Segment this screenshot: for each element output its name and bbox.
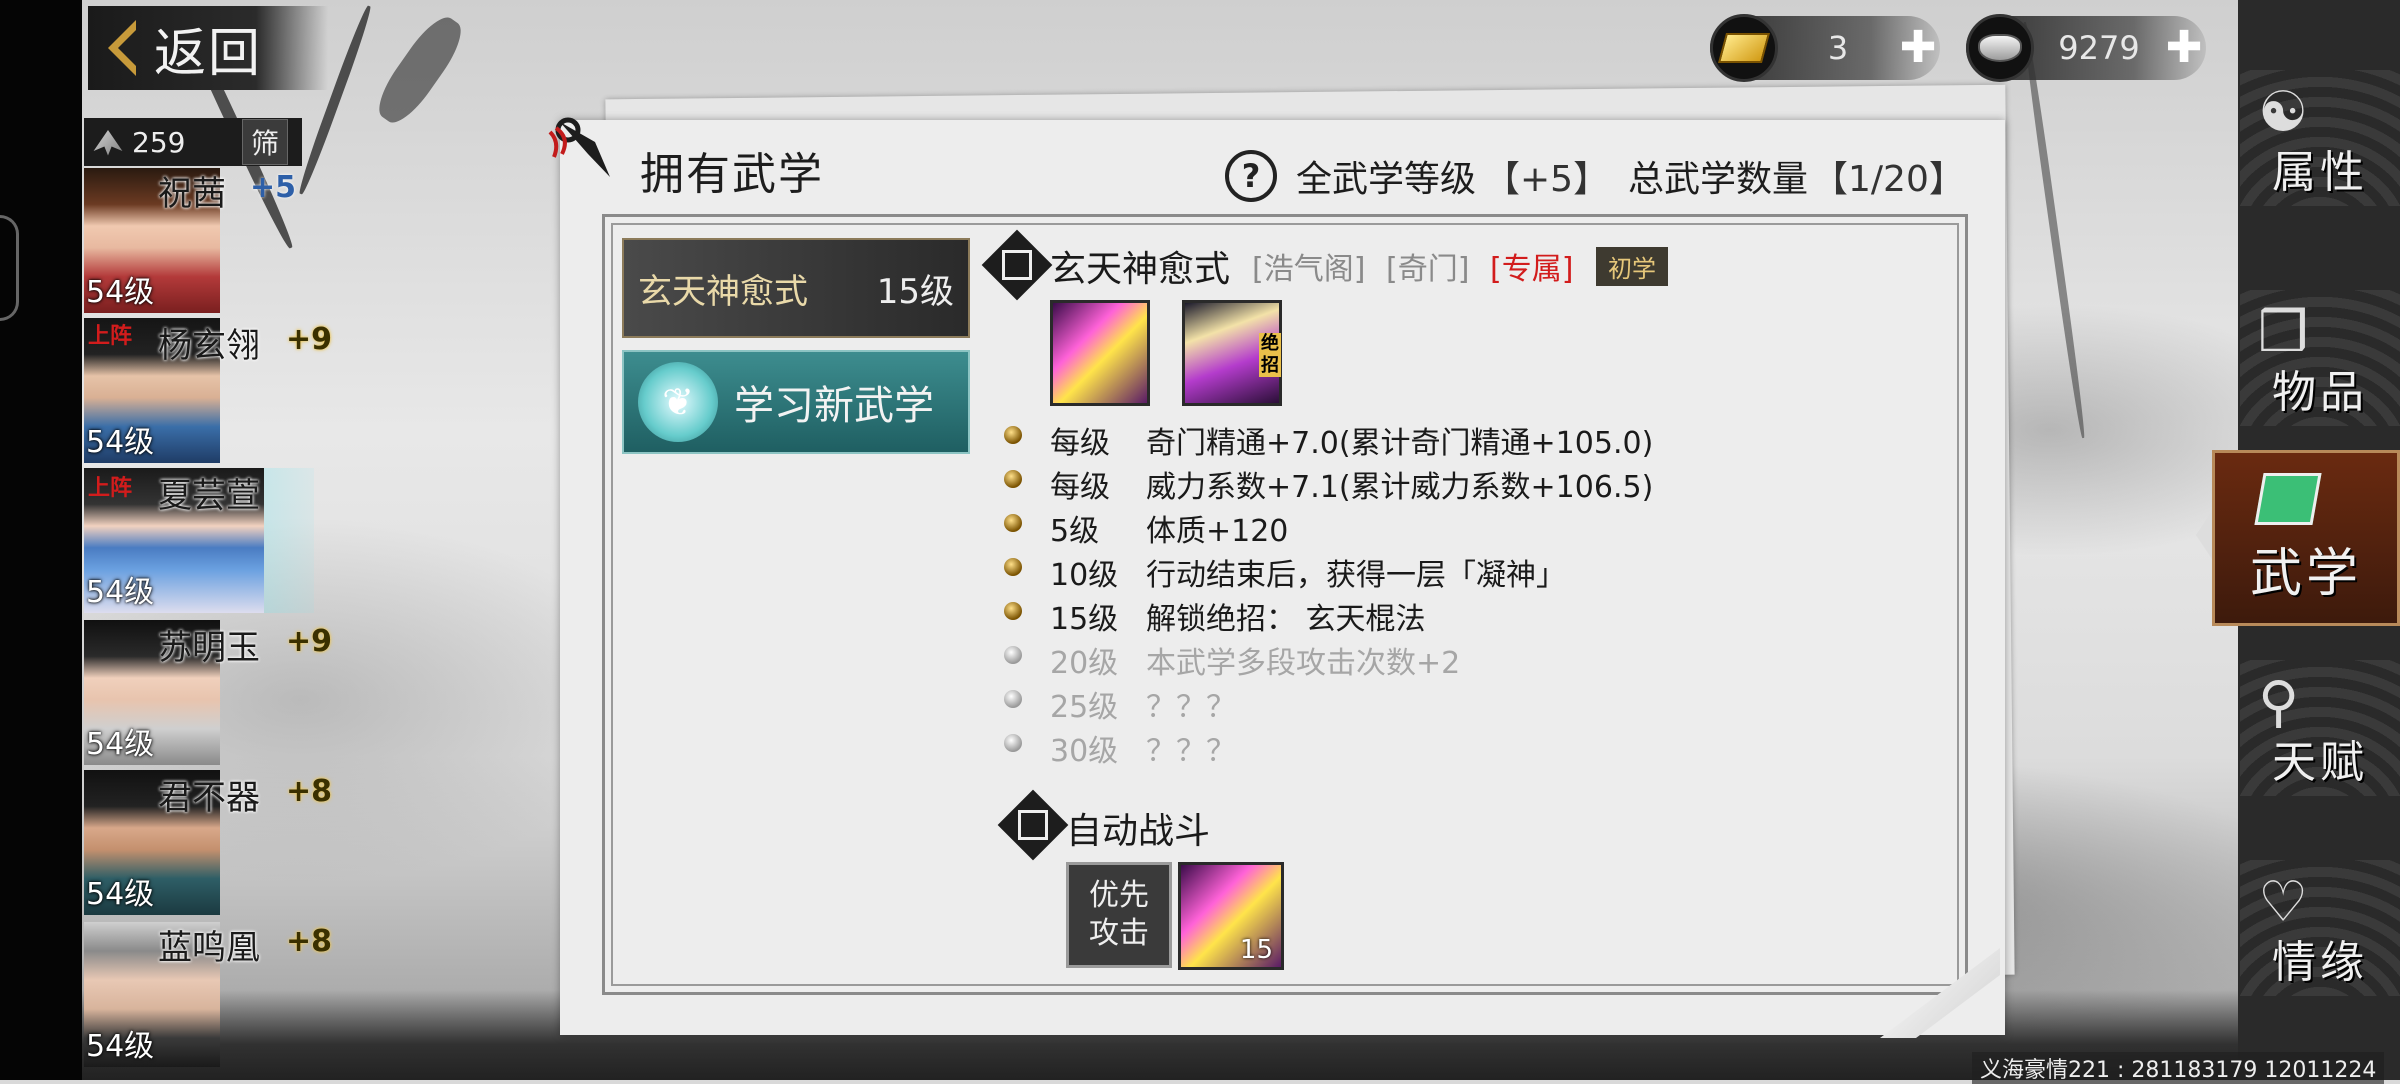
effect-row: 每级 威力系数+7.1(累计威力系数+106.5) <box>1004 462 1653 506</box>
character-level: 54级 <box>86 575 155 610</box>
tab-label: 武学 <box>2249 543 2362 604</box>
tab-talent[interactable]: ⚲ 天赋 <box>2240 660 2400 796</box>
character-name: 蓝鸣凰 <box>158 928 260 968</box>
skill-item-name: 玄天神愈式 <box>638 271 808 312</box>
edge-handle[interactable] <box>0 215 19 321</box>
gold-currency: 3 ✚ <box>1710 14 1940 82</box>
panel-title: 拥有武学 <box>640 149 824 200</box>
tab-items[interactable]: ❒ 物品 <box>2240 290 2400 426</box>
tab-label: 属性 <box>2272 147 2368 198</box>
bullet-icon <box>1004 514 1022 532</box>
tab-martial-arts[interactable]: 武学 <box>2212 450 2400 626</box>
bullet-icon <box>1004 602 1022 620</box>
priority-line1: 优先 <box>1089 878 1149 913</box>
total-level-value: 【+5】 <box>1484 159 1610 200</box>
learn-new-label: 学习新武学 <box>734 383 934 429</box>
total-level-label: 全武学等级 <box>1296 159 1477 200</box>
add-gold-button[interactable]: ✚ <box>1898 26 1938 70</box>
bullet-icon <box>1004 734 1022 752</box>
move-count: 15 <box>1239 935 1273 965</box>
ultimate-move-icon[interactable]: 绝招 <box>1182 300 1282 406</box>
silver-amount: 9279 <box>2058 29 2140 67</box>
onstage-badge: 上阵 <box>88 476 133 501</box>
effect-row-locked: 25级？？？ <box>1004 682 1236 726</box>
screen-edge-strip <box>0 0 82 1080</box>
ultimate-mark: 绝招 <box>1259 333 1281 377</box>
wings-icon: ❦ <box>638 362 718 442</box>
character-level: 54级 <box>86 727 155 762</box>
scroll-book-icon <box>2254 473 2322 525</box>
character-bonus: +9 <box>286 322 333 357</box>
skill-move-icon[interactable] <box>1050 300 1150 406</box>
throwing-dart-icon <box>548 117 610 177</box>
add-silver-button[interactable]: ✚ <box>2164 26 2204 70</box>
filter-button[interactable]: 筛 <box>242 119 288 165</box>
ink-mask-icon: ☯ <box>2258 80 2309 145</box>
character-bonus: +8 <box>286 774 333 809</box>
gift-box-icon: ❒ <box>2258 300 2309 365</box>
character-name: 苏明玉 <box>158 628 260 668</box>
tab-label: 物品 <box>2272 367 2368 418</box>
bullet-icon <box>1004 426 1022 444</box>
total-count-value: 【1/20】 <box>1812 159 1965 200</box>
roster-hat-icon <box>93 130 123 156</box>
bullet-icon <box>1004 646 1022 664</box>
effect-row: 5级 体质+120 <box>1004 506 1288 550</box>
character-level: 54级 <box>86 1029 155 1064</box>
skill-detail-name: 玄天神愈式 <box>1050 249 1231 290</box>
effect-row: 15级 解锁绝招： 玄天棍法 <box>1004 594 1426 638</box>
bullet-icon <box>1004 690 1022 708</box>
server-info: 义海豪情221 : 281183179 12011224 <box>1972 1052 2385 1084</box>
tab-attributes[interactable]: ☯ 属性 <box>2240 70 2400 206</box>
skill-item-level: 15级 <box>876 271 954 312</box>
onstage-badge: 上阵 <box>88 324 133 349</box>
heart-knot-icon: ♡ <box>2258 870 2309 935</box>
effect-row: 每级 奇门精通+7.0(累计奇门精通+105.0) <box>1004 418 1653 462</box>
back-label: 返回 <box>154 23 263 84</box>
back-arrow-icon <box>108 20 138 76</box>
auto-battle-title: 自动战斗 <box>1066 811 1211 852</box>
silver-ingot-icon <box>1966 14 2034 82</box>
roster-count-bar: 259 筛 <box>84 118 302 166</box>
skill-list-item-selected[interactable]: 玄天神愈式 15级 <box>622 238 970 338</box>
character-bonus: +8 <box>286 924 333 959</box>
auto-battle-move-icon[interactable]: 15 <box>1178 862 1284 970</box>
roster-count: 259 <box>132 125 186 159</box>
tab-bond[interactable]: ♡ 情缘 <box>2240 860 2400 996</box>
character-level: 54级 <box>86 877 155 912</box>
effect-row-locked: 20级 本武学多段攻击次数+2 <box>1004 638 1460 682</box>
skill-stage-badge: 初学 <box>1596 247 1668 286</box>
bullet-icon <box>1004 470 1022 488</box>
character-name: 夏芸萱 <box>158 476 260 516</box>
total-count-label: 总武学数量 <box>1628 159 1809 200</box>
character-name: 杨玄翎 <box>158 326 260 366</box>
gold-amount: 3 <box>1827 29 1849 67</box>
silver-currency: 9279 ✚ <box>1966 14 2206 82</box>
character-bonus: +9 <box>286 624 333 659</box>
tab-label: 天赋 <box>2272 737 2368 788</box>
priority-attack-button[interactable]: 优先 攻击 <box>1066 862 1172 968</box>
tab-label: 情缘 <box>2272 937 2368 988</box>
character-name: 君不器 <box>158 778 260 818</box>
help-question-icon[interactable]: ? <box>1225 150 1277 202</box>
skill-tag-exclusive: [专属] <box>1490 252 1574 287</box>
character-level: 54级 <box>86 425 155 460</box>
gold-ingot-icon <box>1710 14 1778 82</box>
learn-new-skill-button[interactable]: ❦ 学习新武学 <box>622 350 970 454</box>
character-bonus: +5 <box>250 170 297 205</box>
skill-tag-type: [奇门] <box>1386 252 1470 287</box>
priority-line2: 攻击 <box>1089 916 1149 951</box>
bullet-icon <box>1004 558 1022 576</box>
character-name: 祝茜 <box>158 174 226 214</box>
branch-nodes-icon: ⚲ <box>2258 670 2300 735</box>
effect-row-locked: 30级？？？ <box>1004 726 1236 770</box>
effect-row: 10级 行动结束后，获得一层「凝神」 <box>1004 550 1566 594</box>
skill-tag-sect: [浩气阁] <box>1252 252 1366 287</box>
back-button[interactable]: 返回 <box>88 6 328 90</box>
character-level: 54级 <box>86 275 155 310</box>
